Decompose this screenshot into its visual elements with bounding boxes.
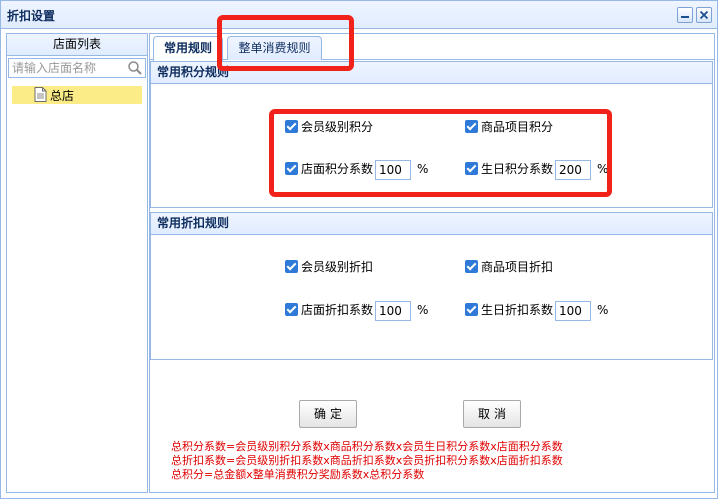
store-node-main[interactable]: 总店 [12,86,142,104]
product-item-discount-option[interactable]: 商品项目折扣 [465,257,553,277]
product-item-points-label: 商品项目积分 [481,120,554,134]
percent-unit: % [417,162,429,176]
birthday-points-coef-label: 生日积分系数 [481,162,554,176]
tab-common-rules[interactable]: 常用规则 [153,36,223,61]
store-discount-coef-input[interactable] [375,300,412,321]
discount-settings-window: 折扣设置 店面列表 总店 [0,0,718,499]
birthday-points-coef-option[interactable]: 生日积分系数% [465,159,609,180]
percent-unit: % [417,303,429,317]
product-item-discount-label: 商品项目折扣 [481,260,554,274]
checkbox-checked-icon[interactable] [285,120,298,133]
checkbox-checked-icon[interactable] [465,303,478,316]
minimize-icon [681,16,689,18]
ok-button[interactable]: 确定 [299,400,357,428]
points-rules-section: 常用积分规则 [150,61,713,208]
store-points-coef-input[interactable] [375,159,412,180]
tab-whole-order-rules[interactable]: 整单消费规则 [227,36,322,60]
formula-total-points-coef: 总积分系数=会员级别积分系数x商品积分系数x会员生日积分系数x店面积分系数 [171,440,563,453]
store-search-input[interactable] [9,59,127,77]
member-level-discount-option[interactable]: 会员级别折扣 [285,257,373,277]
checkbox-checked-icon[interactable] [465,162,478,175]
cancel-button[interactable]: 取消 [463,400,521,428]
checkbox-checked-icon[interactable] [465,120,478,133]
store-discount-coef-label: 店面折扣系数 [301,303,374,317]
store-list-panel: 店面列表 总店 [6,33,148,493]
search-icon[interactable] [127,60,143,76]
birthday-discount-coef-label: 生日折扣系数 [481,303,554,317]
window-title: 折扣设置 [7,9,56,23]
birthday-discount-coef-input[interactable] [555,300,592,321]
birthday-discount-coef-option[interactable]: 生日折扣系数% [465,300,609,321]
file-icon [34,87,47,102]
checkbox-checked-icon[interactable] [465,260,478,273]
member-level-points-label: 会员级别积分 [301,120,374,134]
percent-unit: % [597,303,609,317]
formula-total-points: 总积分=总金额x整单消费积分奖励系数x总积分系数 [171,468,425,481]
points-rules-header: 常用积分规则 [151,62,712,84]
member-level-points-option[interactable]: 会员级别积分 [285,117,373,137]
discount-rules-header: 常用折扣规则 [151,213,712,235]
birthday-points-coef-input[interactable] [555,159,592,180]
store-node-label: 总店 [50,89,75,103]
close-icon [699,10,709,20]
discount-rules-section: 常用折扣规则 [150,212,713,360]
store-points-coef-label: 店面积分系数 [301,162,374,176]
checkbox-checked-icon[interactable] [285,303,298,316]
store-search-box [8,58,146,78]
window-titlebar: 折扣设置 [1,1,717,29]
store-discount-coef-option[interactable]: 店面折扣系数% [285,300,429,321]
percent-unit: % [597,162,609,176]
checkbox-checked-icon[interactable] [285,162,298,175]
member-level-discount-label: 会员级别折扣 [301,260,374,274]
tab-strip: 常用规则 整单消费规则 [150,34,714,61]
minimize-button[interactable] [677,7,693,23]
store-points-coef-option[interactable]: 店面积分系数% [285,159,429,180]
product-item-points-option[interactable]: 商品项目积分 [465,117,553,137]
store-list-header: 店面列表 [7,34,147,56]
formula-total-discount-coef: 总折扣系数=会员级别折扣系数x商品折扣系数x会员折扣积分系数x店面折扣系数 [171,454,563,467]
checkbox-checked-icon[interactable] [285,260,298,273]
close-button[interactable] [696,7,712,23]
